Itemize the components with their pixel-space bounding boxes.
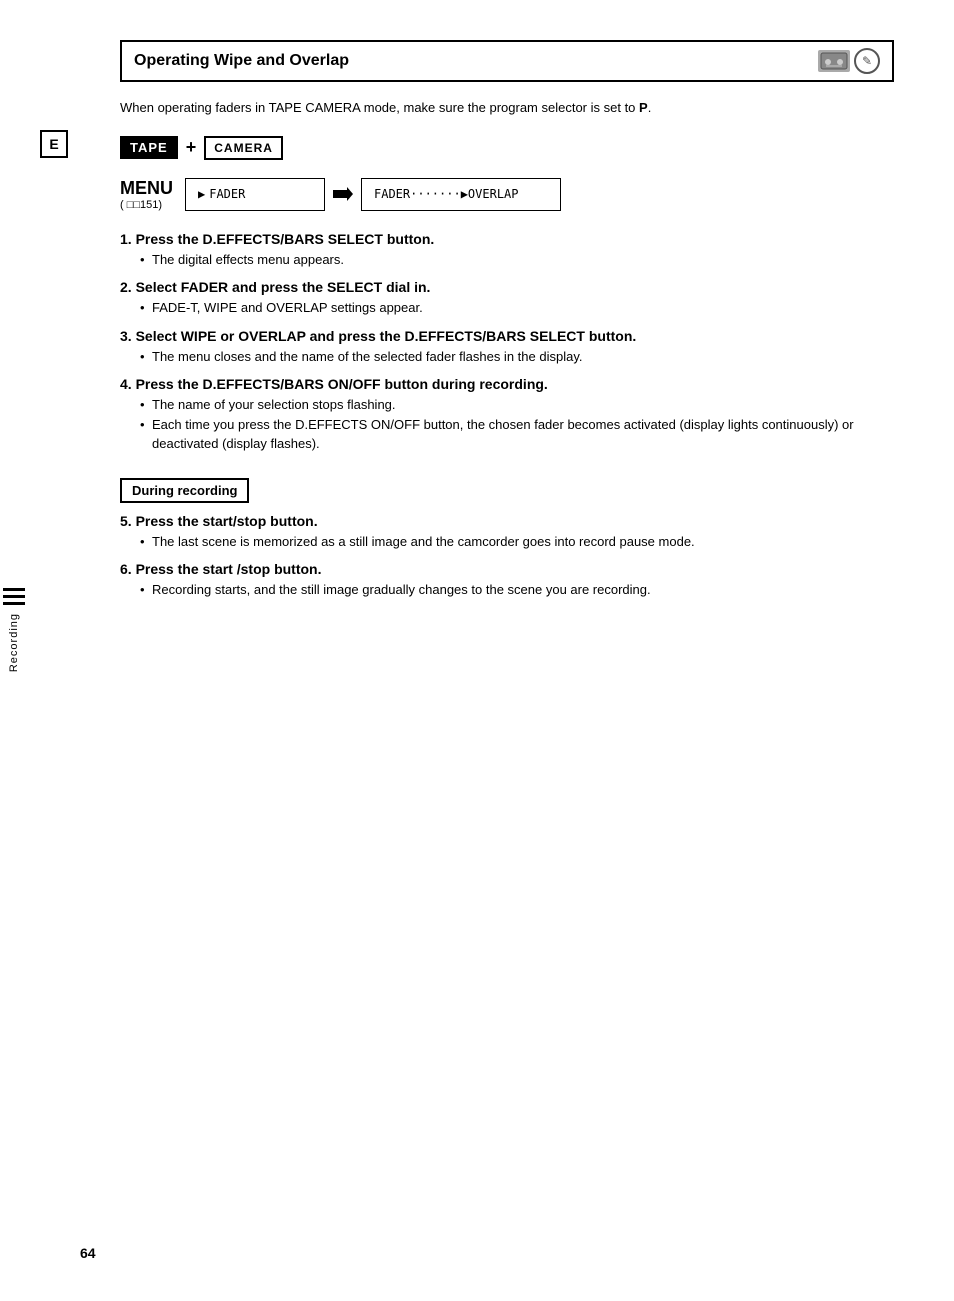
step-1-num: 1. [120, 231, 136, 247]
menu-box-1: ▶ FADER [185, 178, 325, 211]
section-marker-label: E [49, 136, 58, 152]
step-5-num: 5. [120, 513, 136, 529]
menu-arrow [325, 178, 361, 211]
sidebar-line-3 [3, 602, 25, 605]
step-2: 2. Select FADER and press the SELECT dia… [120, 279, 894, 318]
menu-ref-close: ) [158, 199, 162, 211]
sidebar-line-1 [3, 588, 25, 591]
tape-icon [818, 50, 850, 72]
step-6-bullets: Recording starts, and the still image gr… [140, 580, 894, 600]
step-3-title: 3. Select WIPE or OVERLAP and press the … [120, 328, 894, 344]
intro-text: When operating faders in TAPE CAMERA mod… [120, 98, 894, 118]
step-4: 4. Press the D.EFFECTS/BARS ON/OFF butto… [120, 376, 894, 454]
title-icons: ✎ [818, 48, 880, 74]
step-3-bullet-1: The menu closes and the name of the sele… [140, 347, 894, 367]
title-box: Operating Wipe and Overlap ✎ [120, 40, 894, 82]
step-6: 6. Press the start /stop button. Recordi… [120, 561, 894, 600]
intro-main: When operating faders in TAPE CAMERA mod… [120, 100, 635, 115]
badge-row: TAPE + CAMERA [120, 136, 894, 160]
badge-plus: + [186, 137, 197, 158]
section-marker: E [40, 130, 68, 158]
step-4-title: 4. Press the D.EFFECTS/BARS ON/OFF butto… [120, 376, 894, 392]
step-6-num: 6. [120, 561, 136, 577]
step-2-title: 2. Select FADER and press the SELECT dia… [120, 279, 894, 295]
step-5: 5. Press the start/stop button. The last… [120, 513, 894, 552]
step-1: 1. Press the D.EFFECTS/BARS SELECT butto… [120, 231, 894, 270]
step-1-title: 1. Press the D.EFFECTS/BARS SELECT butto… [120, 231, 894, 247]
page-number: 64 [80, 1245, 96, 1261]
step-6-bullet-1: Recording starts, and the still image gr… [140, 580, 894, 600]
step-4-bullet-2: Each time you press the D.EFFECTS ON/OFF… [140, 415, 894, 454]
steps-during: 5. Press the start/stop button. The last… [120, 513, 894, 600]
step-1-bullets: The digital effects menu appears. [140, 250, 894, 270]
step-4-bullet-1: The name of your selection stops flashin… [140, 395, 894, 415]
menu-label: MENU ( □□151) [120, 178, 173, 211]
step-4-num: 4. [120, 376, 136, 392]
sidebar: Recording [0, 520, 28, 740]
title-text: Operating Wipe and Overlap [134, 52, 349, 70]
step-3: 3. Select WIPE or OVERLAP and press the … [120, 328, 894, 367]
step-2-bullets: FADE-T, WIPE and OVERLAP settings appear… [140, 298, 894, 318]
pen-icon: ✎ [854, 48, 880, 74]
step-6-title: 6. Press the start /stop button. [120, 561, 894, 577]
sidebar-line-2 [3, 595, 25, 598]
badge-tape: TAPE [120, 136, 178, 159]
menu-box2-text: FADER·······▶OVERLAP [374, 187, 519, 201]
step-2-bullet-1: FADE-T, WIPE and OVERLAP settings appear… [140, 298, 894, 318]
badge-camera: CAMERA [204, 136, 283, 160]
step-5-title: 5. Press the start/stop button. [120, 513, 894, 529]
menu-label-text: MENU [120, 178, 173, 199]
steps-main: 1. Press the D.EFFECTS/BARS SELECT butto… [120, 231, 894, 454]
menu-ref-open: ( [120, 199, 127, 211]
sidebar-text: Recording [8, 613, 20, 672]
step-5-bullet-1: The last scene is memorized as a still i… [140, 532, 894, 552]
intro-symbol: P. [639, 100, 651, 115]
step-3-bullets: The menu closes and the name of the sele… [140, 347, 894, 367]
during-recording-label: During recording [120, 478, 249, 503]
step-2-num: 2. [120, 279, 136, 295]
step-1-bullet-1: The digital effects menu appears. [140, 250, 894, 270]
menu-box1-arrow: ▶ [198, 187, 205, 201]
step-4-bullets: The name of your selection stops flashin… [140, 395, 894, 454]
menu-ref-page: 151 [140, 199, 158, 211]
step-3-num: 3. [120, 328, 136, 344]
menu-ref: ( □□151) [120, 199, 173, 211]
step-5-bullets: The last scene is memorized as a still i… [140, 532, 894, 552]
main-content: Operating Wipe and Overlap ✎ When operat… [120, 40, 894, 600]
menu-icon-small: □□ [127, 199, 140, 211]
sidebar-lines [3, 588, 25, 605]
menu-row: MENU ( □□151) ▶ FADER FADER·······▶OVERL… [120, 178, 894, 211]
menu-box-2: FADER·······▶OVERLAP [361, 178, 561, 211]
menu-box1-text: FADER [209, 187, 245, 201]
